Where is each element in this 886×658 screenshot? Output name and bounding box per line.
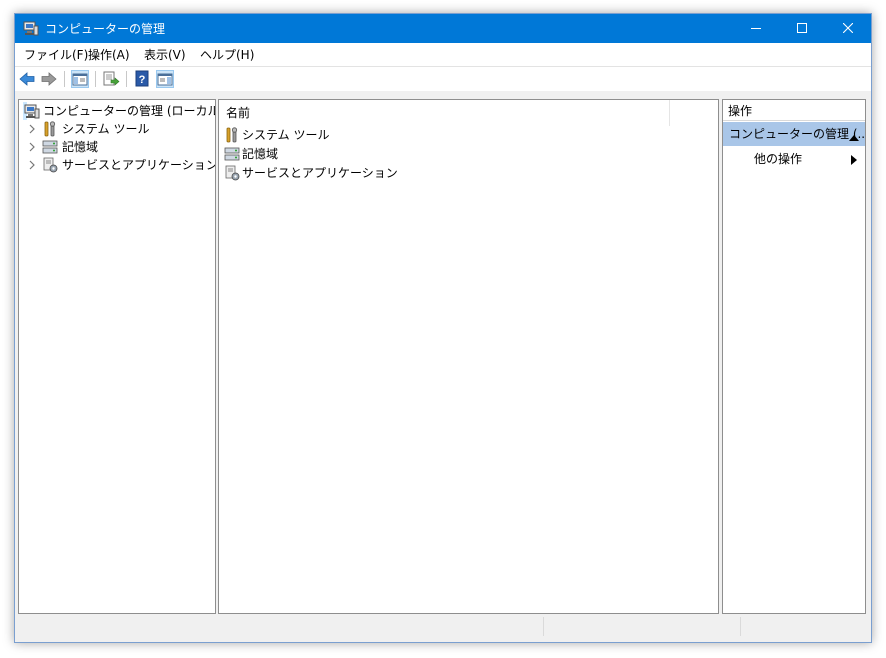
actions-title-label: 操作 xyxy=(728,104,753,118)
tree-item-storage[interactable]: 記憶域 xyxy=(27,138,207,156)
menu-file[interactable]: ファイル(F) xyxy=(24,47,88,63)
list-item-storage[interactable]: 記憶域 xyxy=(224,145,524,164)
chevron-right-icon[interactable] xyxy=(27,123,37,138)
actions-group-label: コンピューターの管理 (... xyxy=(729,127,866,141)
toolbar-separator xyxy=(95,71,96,87)
maximize-icon xyxy=(797,23,807,33)
title-bar[interactable]: コンピューターの管理 xyxy=(15,14,871,43)
computer-management-icon xyxy=(23,20,39,36)
forward-button[interactable] xyxy=(40,70,58,88)
tree-item-label: 記憶域 xyxy=(62,140,99,154)
status-bar xyxy=(18,616,867,637)
column-header-label: 名前 xyxy=(226,106,251,120)
show-action-pane-button[interactable] xyxy=(156,70,174,88)
maximize-button[interactable] xyxy=(779,14,825,43)
list-item-label: サービスとアプリケーション xyxy=(242,166,398,180)
status-panel xyxy=(543,617,740,636)
services-apps-icon xyxy=(224,165,240,184)
show-action-pane-icon xyxy=(157,73,173,86)
computer-management-window: コンピューターの管理 ファイル(F) 操作(A) 表示(V) ヘルプ(H) ? … xyxy=(14,13,872,643)
tree-item-label: サービスとアプリケーション xyxy=(62,158,216,172)
svg-text:?: ? xyxy=(139,74,146,86)
submenu-arrow-icon xyxy=(851,154,857,168)
tree-item-system-tools[interactable]: システム ツール xyxy=(27,120,207,138)
tree-root-computer-management[interactable]: コンピューターの管理 (ローカル) xyxy=(23,102,215,120)
services-apps-icon xyxy=(42,157,58,176)
toolbar-separator xyxy=(126,71,127,87)
toolbar-separator xyxy=(64,71,65,87)
chevron-right-icon[interactable] xyxy=(27,141,37,156)
show-console-tree-button[interactable] xyxy=(71,70,89,88)
tree-item-services-apps[interactable]: サービスとアプリケーション xyxy=(27,156,215,176)
collapse-triangle-icon[interactable] xyxy=(849,130,859,144)
close-button[interactable] xyxy=(825,14,871,43)
menu-view[interactable]: 表示(V) xyxy=(144,47,186,63)
list-item-services-apps[interactable]: サービスとアプリケーション xyxy=(224,164,524,183)
forward-arrow-icon xyxy=(41,72,57,86)
menu-help[interactable]: ヘルプ(H) xyxy=(200,47,254,63)
list-item-system-tools[interactable]: システム ツール xyxy=(224,126,524,145)
column-separator[interactable] xyxy=(669,100,670,126)
storage-icon xyxy=(224,146,240,165)
back-button[interactable] xyxy=(18,70,36,88)
list-item-label: システム ツール xyxy=(242,128,330,142)
close-icon xyxy=(843,23,853,33)
results-list-pane: 名前 システム ツール 記憶域 サービスとアプリケーション xyxy=(218,99,719,614)
column-header-name[interactable]: 名前 xyxy=(219,100,670,126)
tree-item-label: システム ツール xyxy=(62,122,150,136)
list-item-label: 記憶域 xyxy=(242,147,279,161)
menu-action[interactable]: 操作(A) xyxy=(88,47,130,63)
action-more-actions[interactable]: 他の操作 xyxy=(723,148,865,168)
actions-group-computer-management[interactable]: コンピューターの管理 (... xyxy=(723,122,865,146)
minimize-icon xyxy=(751,28,761,29)
export-list-icon xyxy=(103,71,120,86)
actions-pane-title: 操作 xyxy=(723,100,865,121)
console-tree-pane: コンピューターの管理 (ローカル) システム ツール 記憶域 サービスとアプリケ… xyxy=(18,99,216,614)
show-console-tree-icon xyxy=(72,73,88,86)
back-arrow-icon xyxy=(19,72,35,86)
status-panel xyxy=(740,617,867,636)
action-item-label: 他の操作 xyxy=(754,152,803,166)
system-tools-icon xyxy=(224,127,240,146)
toolbar: ? xyxy=(15,66,871,91)
chevron-right-icon[interactable] xyxy=(27,159,37,174)
menu-bar: ファイル(F) 操作(A) 表示(V) ヘルプ(H) xyxy=(15,43,871,66)
actions-pane: 操作 コンピューターの管理 (... 他の操作 xyxy=(722,99,866,614)
minimize-button[interactable] xyxy=(733,14,779,43)
export-list-button[interactable] xyxy=(102,70,120,88)
help-button[interactable]: ? xyxy=(133,70,151,88)
window-title: コンピューターの管理 xyxy=(45,22,166,36)
tree-root-label: コンピューターの管理 (ローカル) xyxy=(43,104,216,118)
help-icon: ? xyxy=(135,70,149,87)
